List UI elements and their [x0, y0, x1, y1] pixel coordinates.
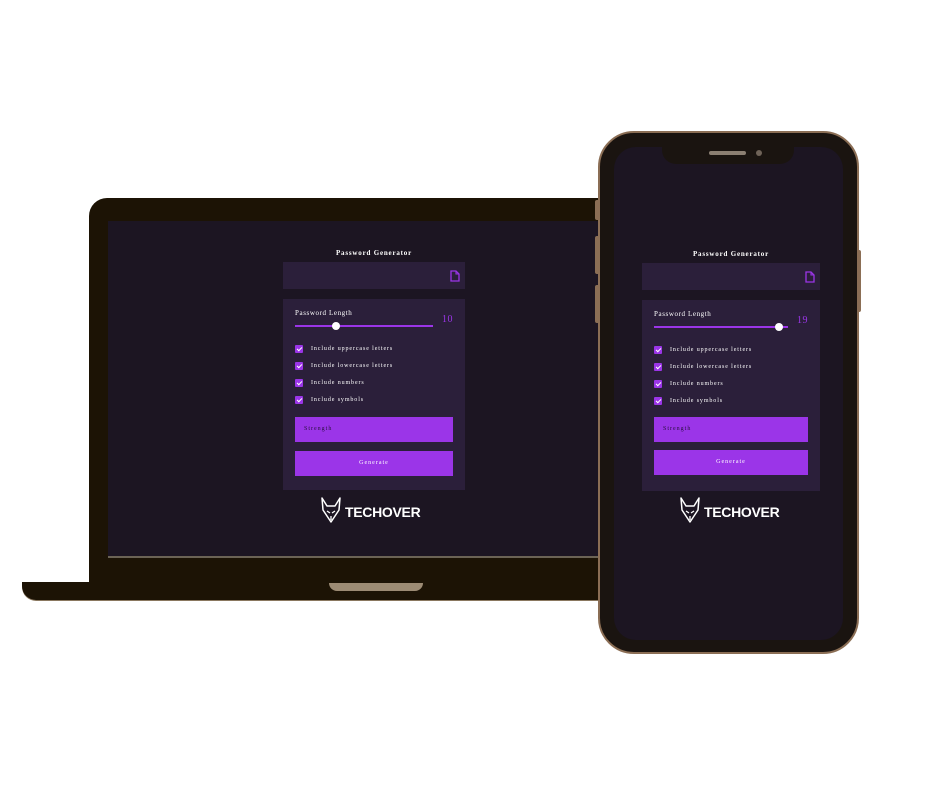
phone-screen: Password Generator Password Length 19 In…	[614, 147, 843, 640]
laptop-screen-edge	[108, 556, 603, 558]
checkbox-checked-icon[interactable]	[295, 379, 303, 387]
fox-head-icon	[680, 497, 700, 523]
laptop-screen: Password Generator Password Length 10 In…	[108, 221, 603, 556]
brand-name: TECHOVER	[704, 504, 780, 520]
brand-name: TECHOVER	[345, 504, 421, 520]
generate-button[interactable]: Generate	[295, 451, 453, 476]
app-title: Password Generator	[692, 250, 770, 258]
password-length-value: 10	[442, 314, 453, 325]
speaker-icon	[709, 151, 746, 155]
password-length-value: 19	[797, 315, 808, 326]
copy-document-icon[interactable]	[450, 269, 460, 287]
strength-indicator: Strength	[654, 417, 808, 442]
camera-icon	[756, 150, 762, 156]
copy-document-icon[interactable]	[805, 270, 815, 288]
phone-notch	[662, 146, 794, 164]
password-generator-app-phone: Password Generator Password Length 19 In…	[642, 147, 820, 640]
checkbox-checked-icon[interactable]	[654, 363, 662, 371]
strength-indicator: Strength	[295, 417, 453, 442]
fox-head-icon	[321, 497, 341, 523]
app-title: Password Generator	[335, 249, 413, 257]
checkbox-checked-icon[interactable]	[295, 345, 303, 353]
techover-logo: TECHOVER	[642, 496, 820, 524]
password-length-label: Password Length	[295, 309, 353, 317]
password-generator-app-laptop: Password Generator Password Length 10 In…	[283, 221, 465, 556]
slider-thumb[interactable]	[774, 323, 783, 331]
password-output[interactable]	[283, 262, 465, 289]
techover-logo: TECHOVER	[283, 496, 465, 524]
options-panel: Password Length 19 Include uppercase let…	[642, 300, 820, 491]
password-length-label: Password Length	[654, 310, 712, 318]
laptop-base	[22, 582, 622, 600]
slider-thumb[interactable]	[332, 322, 341, 330]
generate-button[interactable]: Generate	[654, 450, 808, 475]
options-panel: Password Length 10 Include uppercase let…	[283, 299, 465, 490]
checkbox-checked-icon[interactable]	[654, 397, 662, 405]
password-output[interactable]	[642, 263, 820, 290]
checkbox-checked-icon[interactable]	[654, 346, 662, 354]
checkbox-checked-icon[interactable]	[295, 396, 303, 404]
checkbox-checked-icon[interactable]	[295, 362, 303, 370]
checkbox-checked-icon[interactable]	[654, 380, 662, 388]
length-slider[interactable]	[295, 322, 433, 330]
laptop-notch	[329, 583, 423, 591]
length-slider[interactable]	[654, 323, 788, 331]
